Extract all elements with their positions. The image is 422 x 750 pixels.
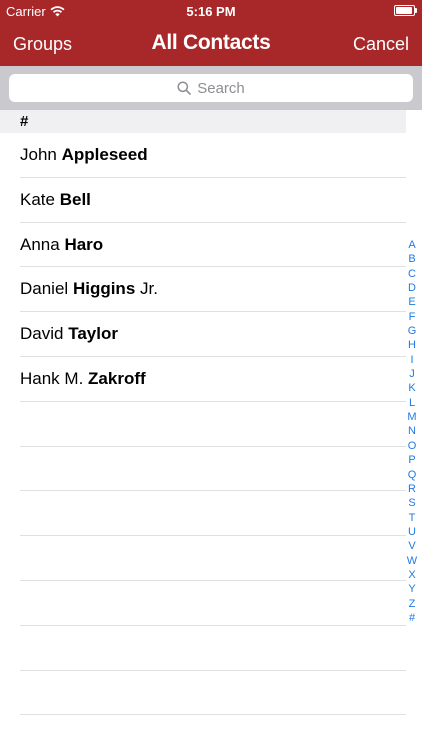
- contact-row[interactable]: Hank M. Zakroff: [20, 357, 406, 402]
- empty-row: [20, 402, 406, 447]
- contact-last-name: Taylor: [68, 324, 118, 344]
- contact-last-name: Higgins: [72, 279, 136, 299]
- status-bar: Carrier 5:16 PM: [0, 0, 422, 22]
- index-letter[interactable]: U: [408, 525, 416, 539]
- contact-first-name: David: [20, 324, 64, 344]
- contact-last-name: Haro: [64, 234, 104, 254]
- navigation-bar: Groups All Contacts Cancel: [0, 22, 422, 66]
- empty-row: [20, 536, 406, 581]
- index-letter[interactable]: K: [408, 381, 415, 395]
- contact-first-name: Hank M.: [20, 368, 84, 388]
- search-icon: [177, 81, 192, 95]
- index-letter[interactable]: C: [408, 267, 416, 281]
- contact-last-name: Zakroff: [88, 368, 146, 388]
- empty-row: [20, 581, 406, 626]
- index-letter[interactable]: G: [408, 324, 417, 338]
- contact-row[interactable]: Anna Haro: [20, 223, 406, 268]
- status-time: 5:16 PM: [186, 4, 236, 19]
- index-letter[interactable]: L: [409, 396, 415, 410]
- index-letter[interactable]: T: [409, 511, 416, 525]
- contact-row[interactable]: Kate Bell: [20, 178, 406, 223]
- top-bar: Carrier 5:16 PM Groups All Contacts Canc…: [0, 0, 422, 66]
- contact-row[interactable]: Daniel Higgins Jr.: [20, 267, 406, 313]
- index-letter[interactable]: Z: [409, 597, 416, 611]
- contact-last-name: Appleseed: [61, 145, 148, 164]
- search-placeholder: Search: [197, 79, 245, 97]
- index-letter[interactable]: V: [408, 539, 415, 553]
- contact-first-name: Anna: [20, 234, 60, 254]
- empty-row: [20, 671, 406, 716]
- index-letter[interactable]: R: [408, 482, 416, 496]
- empty-row: [20, 491, 406, 537]
- index-letter[interactable]: M: [407, 410, 416, 424]
- battery-icon: [394, 5, 417, 16]
- index-letter[interactable]: H: [408, 338, 416, 352]
- contact-suffix: Jr.: [140, 279, 158, 299]
- index-letter[interactable]: X: [408, 568, 415, 582]
- index-letter[interactable]: A: [408, 238, 415, 252]
- index-letter[interactable]: S: [408, 496, 415, 510]
- index-letter[interactable]: N: [408, 424, 416, 438]
- index-letter[interactable]: P: [408, 453, 415, 467]
- contact-last-name: Bell: [59, 189, 91, 209]
- contact-row[interactable]: John Appleseed: [20, 133, 406, 178]
- index-letter[interactable]: Y: [408, 582, 415, 596]
- index-letter[interactable]: J: [409, 367, 415, 381]
- contact-first-name: Kate: [20, 189, 55, 209]
- search-bar: Search: [0, 66, 422, 110]
- contact-list: John Appleseed Kate Bell Anna Haro Daniel H…: [0, 133, 406, 716]
- section-index[interactable]: A B C D E F G H I J K L M N O P Q R S T U V W X Y Z #: [405, 238, 419, 625]
- empty-row: [20, 447, 406, 492]
- index-letter[interactable]: W: [407, 554, 417, 568]
- index-letter[interactable]: #: [409, 611, 415, 625]
- index-letter[interactable]: E: [408, 295, 415, 309]
- contact-first-name: John: [20, 145, 57, 164]
- index-letter[interactable]: D: [408, 281, 416, 295]
- search-input[interactable]: Search: [9, 74, 413, 102]
- section-header: #: [0, 110, 406, 133]
- index-letter[interactable]: B: [408, 252, 415, 266]
- index-letter[interactable]: I: [410, 353, 413, 367]
- index-letter[interactable]: Q: [408, 468, 417, 482]
- index-letter[interactable]: F: [409, 310, 416, 324]
- section-header-label: #: [20, 113, 29, 130]
- contact-first-name: Daniel: [20, 279, 69, 299]
- empty-row: [20, 626, 406, 671]
- contact-row[interactable]: David Taylor: [20, 312, 406, 357]
- cancel-button[interactable]: Cancel: [353, 34, 409, 55]
- index-letter[interactable]: O: [408, 439, 417, 453]
